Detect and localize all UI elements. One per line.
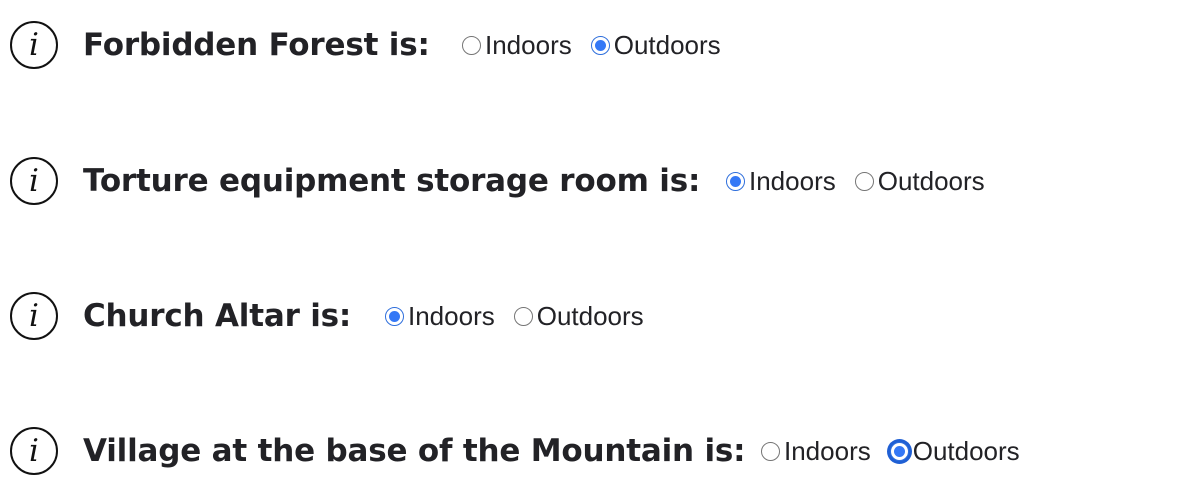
- radio-button-outdoors[interactable]: [513, 306, 533, 326]
- question-row-forbidden-forest: i Forbidden Forest is: Indoors Outdoors: [0, 15, 1202, 75]
- question-label: Church Altar is:: [83, 298, 352, 334]
- radio-option-label: Outdoors: [613, 29, 721, 60]
- radio-option-label: Outdoors: [877, 165, 985, 196]
- radio-group: Indoors Outdoors: [385, 301, 644, 332]
- radio-button-indoors[interactable]: [385, 306, 404, 326]
- info-icon[interactable]: i: [10, 157, 58, 205]
- info-icon[interactable]: i: [10, 21, 58, 69]
- question-label: Forbidden Forest is:: [83, 27, 430, 63]
- radio-group: Indoors Outdoors: [761, 436, 1020, 467]
- question-row-village-at-base-of-mountain: i Village at the base of the Mountain is…: [0, 421, 1202, 481]
- radio-option-outdoors[interactable]: Outdoors: [513, 300, 644, 332]
- question-label: Torture equipment storage room is:: [83, 163, 701, 199]
- info-icon[interactable]: i: [10, 292, 58, 340]
- question-label: Village at the base of the Mountain is:: [83, 433, 746, 469]
- radio-option-outdoors[interactable]: Outdoors: [889, 435, 1020, 467]
- question-row-torture-equipment-storage-room: i Torture equipment storage room is: Ind…: [0, 151, 1202, 211]
- radio-option-label: Indoors: [784, 435, 871, 466]
- radio-button-indoors[interactable]: [761, 441, 780, 461]
- radio-option-indoors[interactable]: Indoors: [385, 301, 495, 332]
- radio-option-indoors[interactable]: Indoors: [462, 30, 572, 61]
- radio-option-label: Indoors: [408, 300, 495, 331]
- radio-button-indoors[interactable]: [462, 35, 481, 55]
- radio-group: Indoors Outdoors: [726, 166, 985, 197]
- radio-option-indoors[interactable]: Indoors: [761, 436, 871, 467]
- radio-button-outdoors[interactable]: [854, 171, 874, 191]
- info-icon[interactable]: i: [10, 427, 58, 475]
- radio-button-indoors[interactable]: [726, 171, 745, 191]
- radio-option-label: Indoors: [485, 29, 572, 60]
- radio-option-label: Indoors: [749, 165, 836, 196]
- radio-button-outdoors[interactable]: [590, 35, 610, 55]
- radio-option-label: Outdoors: [912, 435, 1020, 466]
- question-row-church-altar: i Church Altar is: Indoors Outdoors: [0, 286, 1202, 346]
- radio-group: Indoors Outdoors: [462, 30, 721, 61]
- radio-option-outdoors[interactable]: Outdoors: [590, 29, 721, 61]
- radio-option-label: Outdoors: [536, 300, 644, 331]
- radio-button-outdoors[interactable]: [889, 441, 909, 461]
- radio-option-outdoors[interactable]: Outdoors: [854, 165, 985, 197]
- radio-option-indoors[interactable]: Indoors: [726, 166, 836, 197]
